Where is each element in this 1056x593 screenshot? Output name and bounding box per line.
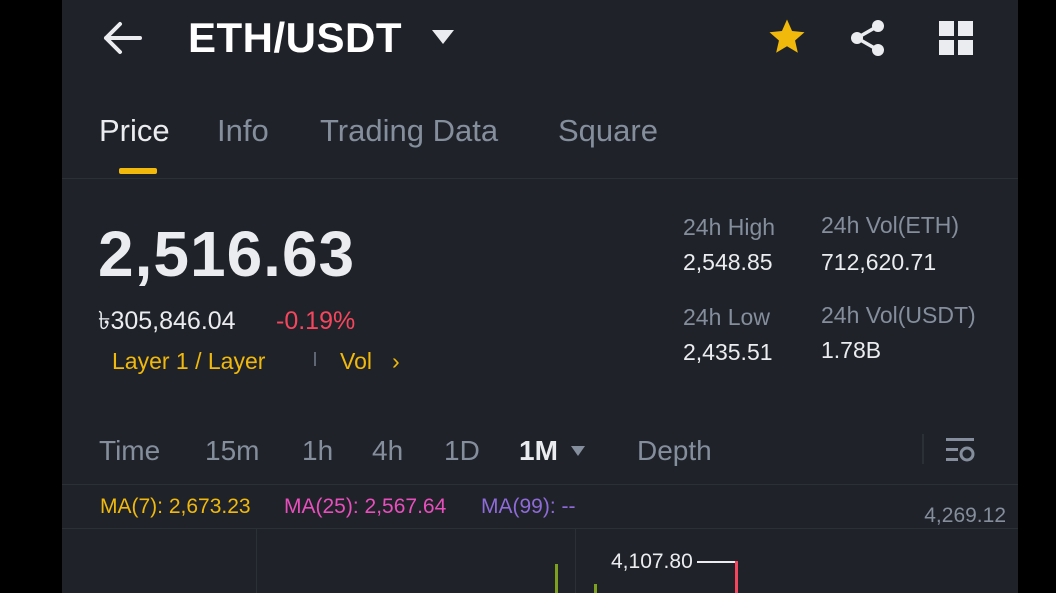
high-24h-label: 24h High bbox=[683, 214, 776, 240]
interval-4h[interactable]: 4h bbox=[372, 434, 403, 468]
arrow-left-icon[interactable] bbox=[100, 18, 144, 58]
interval-15m[interactable]: 15m bbox=[205, 434, 259, 468]
candle-up bbox=[594, 584, 597, 593]
tab-info[interactable]: Info bbox=[217, 112, 269, 150]
last-price: 2,516.63 bbox=[98, 218, 356, 290]
chart-gridline bbox=[256, 528, 257, 593]
ma7-value: MA(7): 2,673.23 bbox=[100, 495, 251, 518]
pair-title[interactable]: ETH/USDT bbox=[188, 14, 402, 62]
indicator-row: MA(7): 2,673.23 MA(25): 2,567.64 MA(99):… bbox=[62, 488, 1018, 529]
top-bar: ETH/USDT bbox=[62, 0, 1018, 80]
fiat-price: ৳305,846.04 bbox=[98, 307, 236, 335]
vol-usdt-value: 1.78B bbox=[821, 337, 882, 363]
chart-settings-icon[interactable] bbox=[944, 434, 976, 466]
vol-usdt-label: 24h Vol(USDT) bbox=[821, 302, 976, 328]
interval-1d[interactable]: 1D bbox=[444, 434, 480, 468]
tab-bar: Price Info Trading Data Square bbox=[62, 96, 1018, 179]
candle-down bbox=[735, 561, 738, 593]
ma25-value: MA(25): 2,567.64 bbox=[284, 495, 447, 518]
interval-1h[interactable]: 1h bbox=[302, 434, 333, 468]
chart-high-marker: 4,107.80 bbox=[611, 550, 693, 573]
tab-square[interactable]: Square bbox=[558, 112, 658, 150]
chart-gridline bbox=[575, 528, 576, 593]
vol-eth-label: 24h Vol(ETH) bbox=[821, 212, 960, 238]
tab-price[interactable]: Price bbox=[99, 112, 170, 150]
price-change-percent: -0.19% bbox=[276, 307, 356, 335]
app-screen: ETH/USDT Price Info Trading Data Square … bbox=[62, 0, 1018, 593]
category-tag[interactable]: Layer 1 / Layer bbox=[112, 346, 265, 376]
high-24h-value: 2,548.85 bbox=[683, 249, 773, 275]
chevron-right-icon[interactable]: › bbox=[392, 346, 400, 376]
chevron-down-icon[interactable] bbox=[430, 28, 456, 46]
low-24h-label: 24h Low bbox=[683, 304, 770, 330]
interval-time[interactable]: Time bbox=[99, 434, 160, 468]
star-icon[interactable] bbox=[766, 16, 808, 58]
grid-icon[interactable] bbox=[938, 20, 974, 56]
ma99-value: MA(99): -- bbox=[481, 495, 576, 518]
price-axis-max: 4,269.12 bbox=[924, 504, 1006, 527]
interval-divider bbox=[922, 434, 924, 464]
low-24h-value: 2,435.51 bbox=[683, 339, 773, 365]
candle-up bbox=[555, 564, 558, 593]
interval-bar: Time 15m 1h 4h 1D 1M Depth bbox=[62, 426, 1018, 485]
high-marker-line bbox=[697, 561, 737, 563]
share-icon[interactable] bbox=[848, 18, 888, 58]
interval-depth[interactable]: Depth bbox=[637, 434, 712, 468]
chevron-down-icon[interactable] bbox=[570, 444, 586, 456]
vol-tag[interactable]: Vol bbox=[340, 346, 372, 376]
interval-1m[interactable]: 1M bbox=[519, 434, 558, 468]
tag-divider bbox=[314, 352, 316, 366]
tab-trading-data[interactable]: Trading Data bbox=[320, 112, 498, 150]
active-tab-indicator bbox=[119, 168, 157, 174]
vol-eth-value: 712,620.71 bbox=[821, 249, 937, 275]
